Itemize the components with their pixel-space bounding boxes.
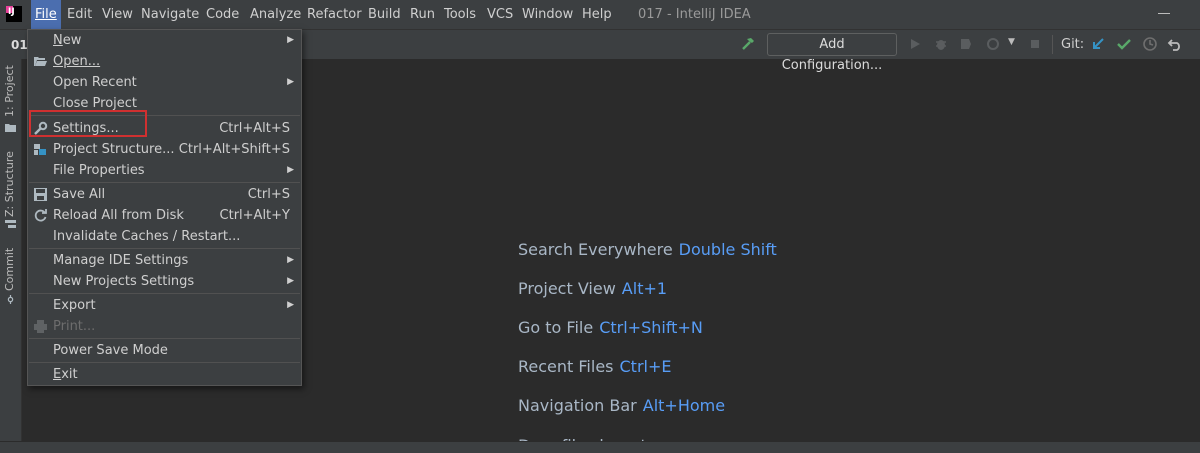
reload-icon [34, 209, 47, 222]
menu-help[interactable]: Help [582, 0, 612, 29]
git-update-icon[interactable] [1090, 36, 1106, 52]
profile-icon[interactable] [986, 36, 1002, 52]
hint-navigation-bar: Navigation Bar Alt+Home [518, 396, 726, 415]
chevron-down-icon[interactable]: ▼ [1008, 37, 1015, 47]
menu-file[interactable]: File [31, 0, 61, 29]
menu-separator [29, 362, 300, 363]
menu-item-label: New [53, 33, 82, 48]
menu-item-exit[interactable]: Exit [28, 364, 301, 385]
menu-item-label: Project Structure... [53, 142, 175, 157]
save-icon [34, 188, 47, 201]
window-title: 017 - IntelliJ IDEA [638, 7, 751, 22]
project-structure-icon [34, 144, 46, 155]
tab-commit-label: Commit [3, 247, 16, 291]
tab-commit[interactable]: Commit [0, 245, 21, 311]
tab-project-label: 1: Project [3, 65, 16, 117]
menu-item-label: Export [53, 298, 96, 313]
menu-build[interactable]: Build [368, 0, 401, 29]
hint-project-view: Project View Alt+1 [518, 279, 668, 298]
commit-icon [7, 295, 14, 304]
menu-item-print[interactable]: Print... [28, 316, 301, 337]
menu-item-save-all[interactable]: Save All Ctrl+S [28, 184, 301, 205]
hint-search-everywhere: Search Everywhere Double Shift [518, 240, 777, 259]
hammer-icon[interactable] [740, 36, 756, 52]
stop-icon[interactable] [1027, 36, 1043, 52]
menu-item-project-structure[interactable]: Project Structure... Ctrl+Alt+Shift+S [28, 139, 301, 160]
menu-item-reload-all[interactable]: Reload All from Disk Ctrl+Alt+Y [28, 205, 301, 226]
menu-item-manage-ide-settings[interactable]: Manage IDE Settings ▶ [28, 250, 301, 271]
toolbar-separator [1052, 35, 1053, 54]
debug-icon[interactable] [933, 36, 949, 52]
settings-highlight-box [29, 110, 147, 137]
folder-open-icon [34, 57, 47, 66]
submenu-arrow-icon: ▶ [287, 77, 294, 87]
menu-item-shortcut: Ctrl+Alt+Shift+S [178, 142, 290, 157]
menu-item-new[interactable]: New ▶ [28, 30, 301, 51]
menu-refactor[interactable]: Refactor [307, 0, 362, 29]
menu-item-label: Open... [53, 54, 101, 69]
menu-item-shortcut: Ctrl+Alt+S [219, 121, 290, 136]
menu-item-shortcut: Ctrl+Alt+Y [219, 208, 290, 223]
tab-structure-label: Z: Structure [3, 151, 16, 217]
menu-item-export[interactable]: Export ▶ [28, 295, 301, 316]
menu-analyze[interactable]: Analyze [250, 0, 301, 29]
menu-item-label: Print... [53, 319, 96, 334]
menu-item-label: File Properties [53, 163, 145, 178]
menu-separator [29, 248, 300, 249]
menu-navigate[interactable]: Navigate [141, 0, 199, 29]
menu-tools[interactable]: Tools [444, 0, 476, 29]
menu-separator [29, 182, 300, 183]
intellij-idea-icon: IJ [6, 6, 22, 22]
menu-item-open[interactable]: Open... [28, 51, 301, 72]
hint-go-to-file: Go to File Ctrl+Shift+N [518, 318, 703, 337]
menu-separator [29, 293, 300, 294]
menu-edit[interactable]: Edit [67, 0, 92, 29]
submenu-arrow-icon: ▶ [287, 276, 294, 286]
git-commit-icon[interactable] [1116, 36, 1132, 52]
menu-vcs[interactable]: VCS [487, 0, 513, 29]
structure-icon [5, 220, 16, 228]
menu-window[interactable]: Window [522, 0, 573, 29]
menu-item-power-save-mode[interactable]: Power Save Mode [28, 340, 301, 361]
submenu-arrow-icon: ▶ [287, 300, 294, 310]
menu-code[interactable]: Code [206, 0, 239, 29]
menu-item-label: Manage IDE Settings [53, 253, 189, 268]
hint-recent-files: Recent Files Ctrl+E [518, 357, 672, 376]
menu-item-label: New Projects Settings [53, 274, 195, 289]
git-rollback-icon[interactable] [1167, 36, 1183, 52]
menu-item-shortcut: Ctrl+S [247, 187, 290, 202]
menu-item-label: Invalidate Caches / Restart... [53, 229, 241, 244]
menu-item-label: Open Recent [53, 75, 137, 90]
add-configuration-button[interactable]: Add Configuration... [767, 33, 897, 73]
menu-separator [29, 338, 300, 339]
menu-item-label: Exit [53, 367, 78, 382]
file-menu: New ▶ Open... Open Recent ▶ Close Projec… [27, 29, 302, 386]
left-tool-strip: 1: Project Z: Structure Commit [0, 59, 22, 452]
git-label: Git: [1061, 37, 1085, 52]
run-icon[interactable] [907, 36, 923, 52]
submenu-arrow-icon: ▶ [287, 35, 294, 45]
menu-view[interactable]: View [102, 0, 133, 29]
menu-bar: IJ File Edit View Navigate Code Analyze … [0, 0, 1200, 29]
menu-item-file-properties[interactable]: File Properties ▶ [28, 160, 301, 181]
folder-icon [5, 124, 16, 132]
tab-project[interactable]: 1: Project [0, 65, 21, 135]
menu-item-label: Save All [53, 187, 106, 202]
submenu-arrow-icon: ▶ [287, 165, 294, 175]
print-icon [34, 320, 47, 333]
tab-structure[interactable]: Z: Structure [0, 151, 21, 233]
status-bar [0, 441, 1200, 453]
coverage-icon[interactable] [958, 36, 974, 52]
menu-item-open-recent[interactable]: Open Recent ▶ [28, 72, 301, 93]
submenu-arrow-icon: ▶ [287, 255, 294, 265]
minimize-button[interactable] [1158, 13, 1170, 14]
menu-run[interactable]: Run [410, 0, 435, 29]
menu-item-invalidate-caches[interactable]: Invalidate Caches / Restart... [28, 226, 301, 247]
git-history-icon[interactable] [1142, 36, 1158, 52]
menu-item-label: Power Save Mode [53, 343, 168, 358]
menu-item-new-projects-settings[interactable]: New Projects Settings ▶ [28, 271, 301, 292]
menu-item-label: Reload All from Disk [53, 208, 184, 223]
